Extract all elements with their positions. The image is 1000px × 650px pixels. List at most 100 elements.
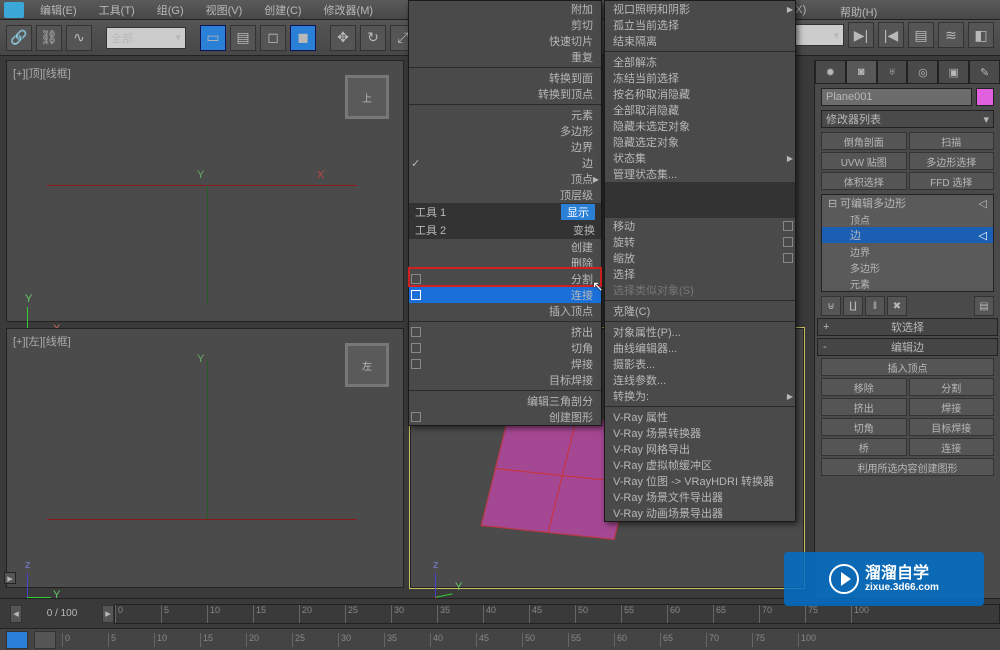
ctx-hide-unsel[interactable]: 隐藏未选定对象 [605,118,795,134]
ctx-wire-params[interactable]: 连线参数... [605,372,795,388]
ctx-vray-vfb[interactable]: V-Ray 虚拟帧缓冲区 [605,457,795,473]
ctx-vray-scene-export[interactable]: V-Ray 场景文件导出器 [605,489,795,505]
time-prev-icon[interactable]: ◂ [10,605,22,623]
modifier-stack[interactable]: ⊟可编辑多边形◁ 顶点 边◁ 边界 多边形 元素 [821,194,994,292]
time-next-icon[interactable]: ▸ [102,605,114,623]
ctx-freeze-sel[interactable]: 冻结当前选择 [605,70,795,86]
menu-create[interactable]: 创建(C) [254,0,311,20]
ctx-unhide-all[interactable]: 全部取消隐藏 [605,102,795,118]
tab-display-icon[interactable]: ▣ [938,60,969,84]
select-name-icon[interactable]: ▤ [230,25,256,51]
ctx-hide-sel[interactable]: 隐藏选定对象 [605,134,795,150]
btn-target-weld[interactable]: 目标焊接 [909,418,995,436]
show-end-icon[interactable]: ∐ [843,296,863,316]
btn-insert-vertex[interactable]: 插入顶点 [821,358,994,376]
stack-element[interactable]: 元素 [822,275,993,291]
expand-track-icon[interactable]: ▸ [4,572,16,584]
ctx-delete[interactable]: 删除 [409,255,601,271]
rollout-edit-edge[interactable]: -编辑边 [817,338,998,356]
ctx-border[interactable]: 边界 [409,139,601,155]
ctx-unfreeze-all[interactable]: 全部解冻 [605,54,795,70]
stack-polygon[interactable]: 多边形 [822,259,993,275]
rollout-soft-select[interactable]: +软选择 [817,318,998,336]
selection-filter-dropdown[interactable]: 全部▾ [106,27,186,49]
ctx-unhide-name[interactable]: 按名称取消隐藏 [605,86,795,102]
ctx-vray-scene-conv[interactable]: V-Ray 场景转换器 [605,425,795,441]
ctx-vray-mesh-export[interactable]: V-Ray 网格导出 [605,441,795,457]
ctx-manage-state[interactable]: 管理状态集... [605,166,795,182]
ctx-vertex[interactable]: 顶点▶ [409,171,601,187]
schematic-icon[interactable]: ◧ [968,22,994,48]
tab-create-icon[interactable]: ✹ [815,60,846,84]
ctx-cut[interactable]: 剪切 [409,17,601,33]
menu-group[interactable]: 组(G) [147,0,194,20]
viewcube-left[interactable]: 左 [345,343,389,387]
configure-icon[interactable]: ▤ [974,296,994,316]
ctx-obj-props[interactable]: 对象属性(P)... [605,324,795,340]
btn-split[interactable]: 分割 [909,378,995,396]
btn-uvw-map[interactable]: UVW 贴图 [821,152,907,170]
btn-remove[interactable]: 移除 [821,378,907,396]
object-color-swatch[interactable] [976,88,994,106]
btn-bridge[interactable]: 桥 [821,438,907,456]
ctx-move[interactable]: 移动 [605,218,795,234]
curve-editor-icon[interactable]: ≋ [938,22,964,48]
ctx-create-shape[interactable]: 创建图形 [409,409,601,425]
select-region-icon[interactable]: ◻ [260,25,286,51]
ctx-target-weld[interactable]: 目标焊接 [409,372,601,388]
modifier-list-dropdown[interactable]: 修改器列表▾ [821,110,994,128]
viewcube-top[interactable]: 上 [345,75,389,119]
ctx-repeat[interactable]: 重复 [409,49,601,65]
stack-vertex[interactable]: 顶点 [822,211,993,227]
ctx-insert-vertex[interactable]: 插入顶点 [409,303,601,319]
select-object-icon[interactable]: ▭ [200,25,226,51]
btn-ffd-select[interactable]: FFD 选择 [909,172,995,190]
unique-icon[interactable]: ǁ [865,296,885,316]
remove-mod-icon[interactable]: ✖ [887,296,907,316]
ctx-clone[interactable]: 克隆(C) [605,303,795,319]
tab-utilities-icon[interactable]: ✎ [969,60,1000,84]
ctx-quickslice[interactable]: 快速切片 [409,33,601,49]
ctx-element[interactable]: 元素 [409,107,601,123]
btn-poly-select[interactable]: 多边形选择 [909,152,995,170]
ctx-state-sets[interactable]: 状态集▶ [605,150,795,166]
mirror-icon[interactable]: ▶| [848,22,874,48]
window-crossing-icon[interactable]: ◼ [290,25,316,51]
align-icon[interactable]: |◀ [878,22,904,48]
ctx-convert-to[interactable]: 转换为:▶ [605,388,795,404]
rotate-icon[interactable]: ↻ [360,25,386,51]
ctx-chamfer[interactable]: 切角 [409,340,601,356]
tab-motion-icon[interactable]: ◎ [907,60,938,84]
ctx-attach[interactable]: 附加 [409,1,601,17]
ctx-vray-hdri[interactable]: V-Ray 位图 -> VRayHDRI 转换器 [605,473,795,489]
ctx-edge[interactable]: ✓边 [409,155,601,171]
layer-icon[interactable]: ▤ [908,22,934,48]
viewport-layout-icon[interactable] [6,631,28,649]
ctx-scale[interactable]: 缩放 [605,250,795,266]
ctx-isolate[interactable]: 孤立当前选择 [605,17,795,33]
btn-extrude[interactable]: 挤出 [821,398,907,416]
ctx-toplevel[interactable]: 顶层级 [409,187,601,203]
ctx-to-vertex[interactable]: 转换到顶点 [409,86,601,102]
stack-border[interactable]: 边界 [822,243,993,259]
ctx-select[interactable]: 选择 [605,266,795,282]
btn-vol-select[interactable]: 体积选择 [821,172,907,190]
btn-create-shape-from[interactable]: 利用所选内容创建图形 [821,458,994,476]
ctx-viewport-lighting[interactable]: 视口照明和阴影▶ [605,1,795,17]
ctx-vray-anim-export[interactable]: V-Ray 动画场景导出器 [605,505,795,521]
ctx-create[interactable]: 创建 [409,239,601,255]
menu-tools[interactable]: 工具(T) [89,0,145,20]
stack-edge[interactable]: 边◁ [822,227,993,243]
ctx-edit-tri[interactable]: 编辑三角剖分 [409,393,601,409]
link-icon[interactable]: 🔗 [6,25,32,51]
btn-sweep[interactable]: 扫描 [909,132,995,150]
btn-chamfer[interactable]: 切角 [821,418,907,436]
menu-modifiers[interactable]: 修改器(M) [314,0,384,20]
stack-editable-poly[interactable]: ⊟可编辑多边形◁ [822,195,993,211]
btn-connect[interactable]: 连接 [909,438,995,456]
ctx-connect[interactable]: 连接 [409,287,601,303]
tab-hierarchy-icon[interactable]: ♅ [877,60,908,84]
ctx-rotate[interactable]: 旋转 [605,234,795,250]
prompt-icon[interactable] [34,631,56,649]
viewport-top[interactable]: [+][顶][线框] 上 Y X Y X [6,60,404,322]
